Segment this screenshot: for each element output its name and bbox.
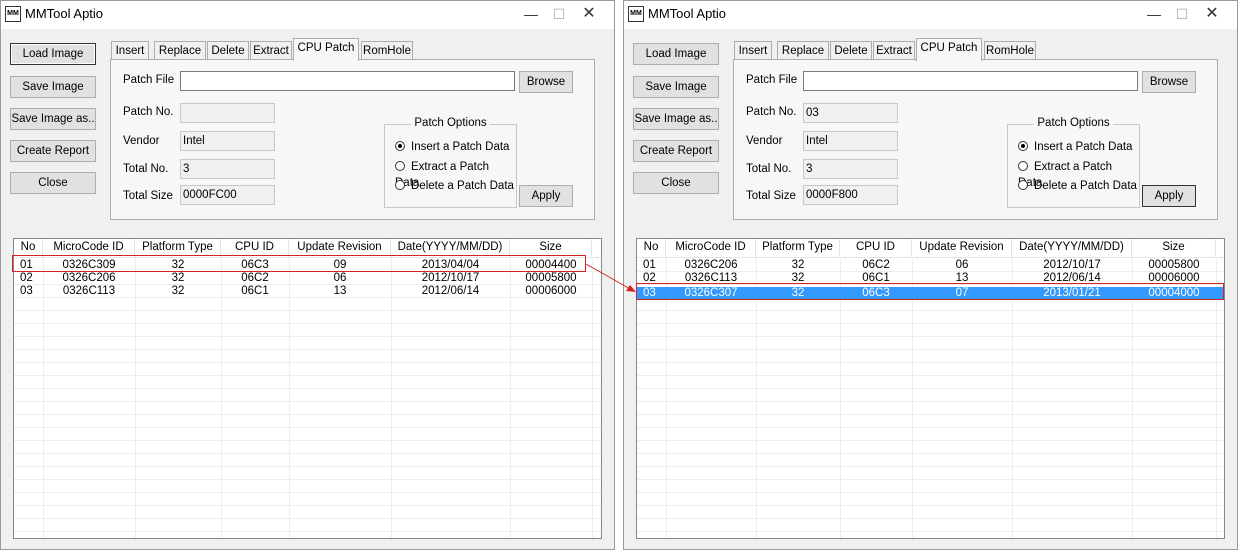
arrow-icon <box>585 263 636 292</box>
tab-cpu-patch[interactable]: CPU Patch <box>293 38 359 61</box>
tab-cpu-patch[interactable]: CPU Patch <box>916 38 982 61</box>
